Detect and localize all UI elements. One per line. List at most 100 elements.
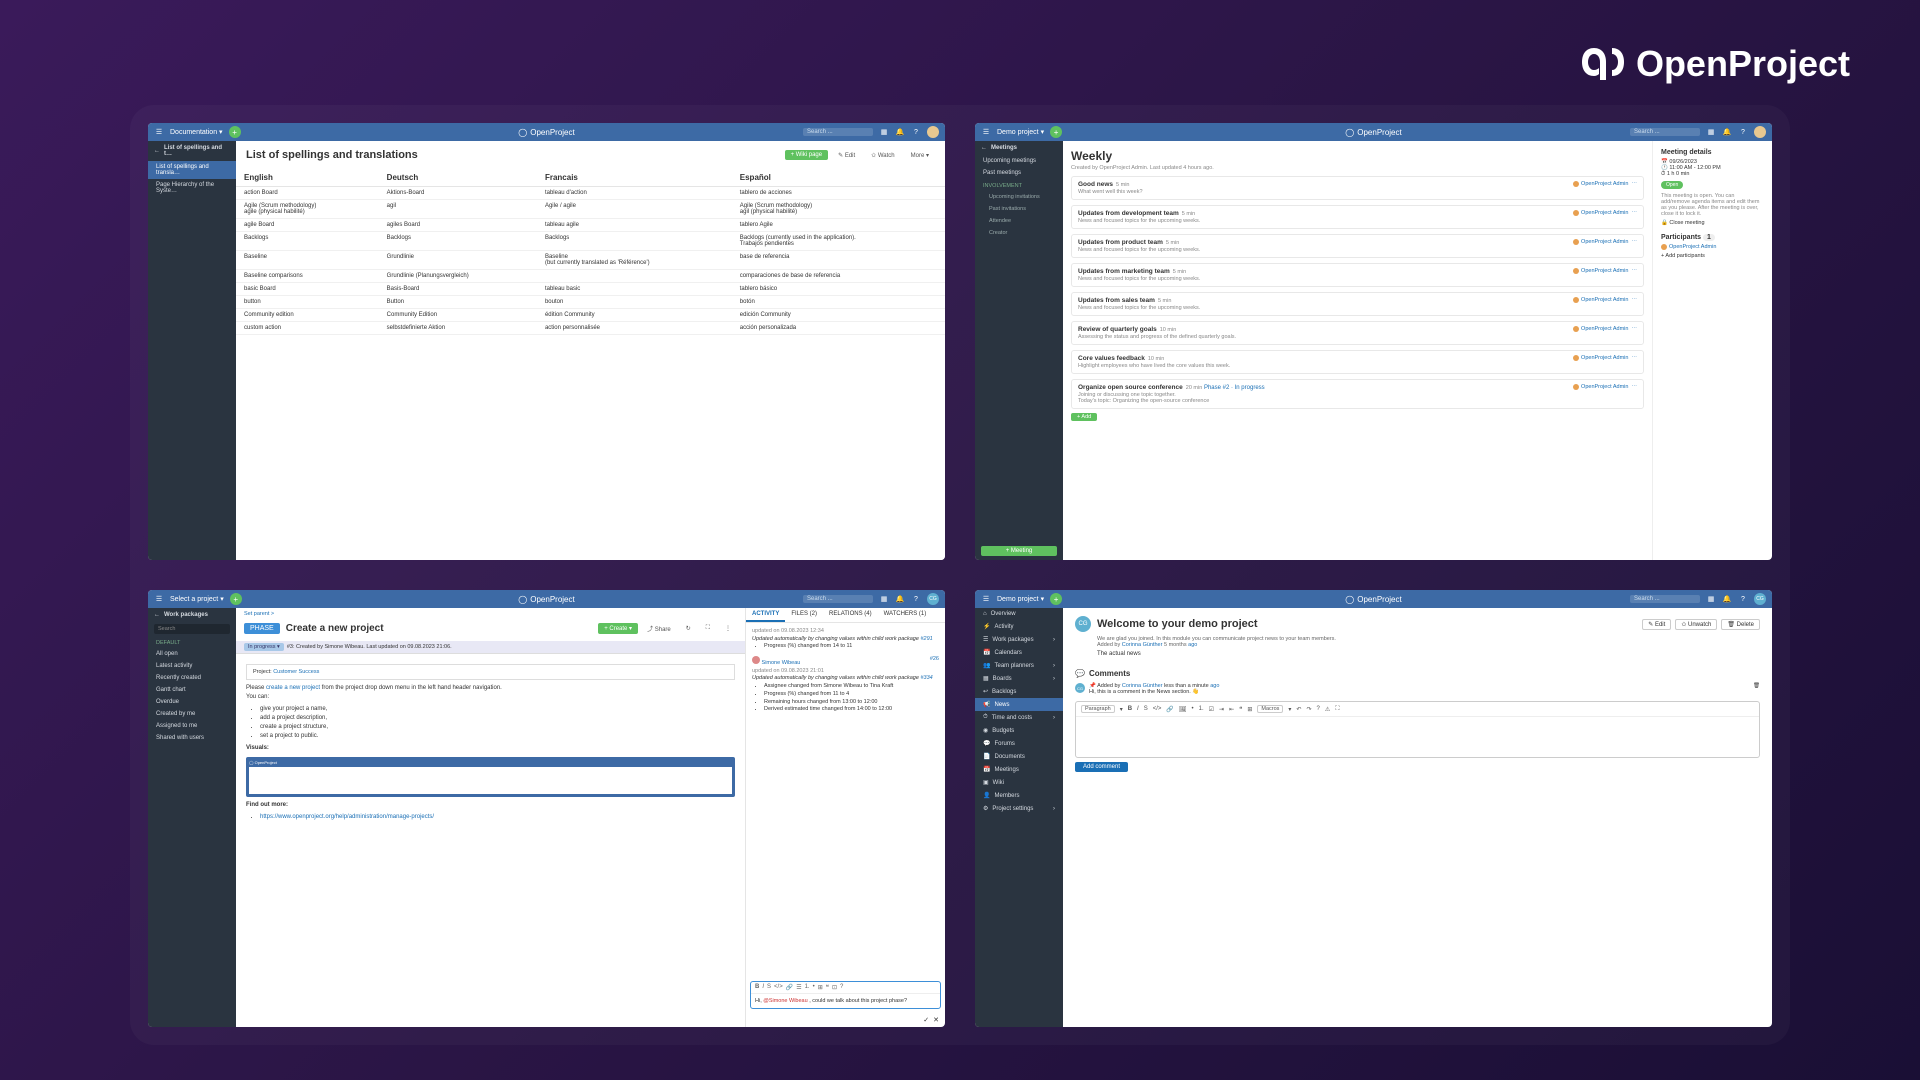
sidebar-item[interactable]: ⌂Overview [975, 608, 1063, 620]
bell-icon[interactable]: 🔔 [895, 128, 905, 136]
menu-icon[interactable]: ☰ [981, 595, 991, 603]
sidebar-item[interactable]: Assigned to me [148, 720, 236, 732]
sidebar-item[interactable]: ↩Backlogs [975, 685, 1063, 698]
search-input[interactable]: Search ... [1630, 128, 1700, 136]
sidebar-item[interactable]: Recently created [148, 672, 236, 684]
sidebar-item[interactable]: Past invitations [975, 203, 1063, 215]
grid-icon[interactable]: ▦ [879, 595, 889, 603]
sidebar-item[interactable]: Upcoming invitations [975, 191, 1063, 203]
project-selector[interactable]: Documentation ▾ [164, 128, 229, 136]
tab-files[interactable]: FILES (2) [785, 608, 823, 622]
breadcrumb[interactable]: Set parent > [236, 608, 745, 620]
agenda-item[interactable]: Good news5 minWhat went well this week?O… [1071, 176, 1644, 200]
edit-button[interactable]: ✎ Edit [832, 150, 861, 161]
sidebar-header[interactable]: ← List of spellings and t… [148, 141, 236, 161]
project-selector[interactable]: Demo project ▾ [991, 128, 1050, 136]
sidebar-item[interactable]: Attendee [975, 215, 1063, 227]
fullscreen-icon[interactable]: ⛶ [700, 623, 716, 634]
tab-activity[interactable]: ACTIVITY [746, 608, 785, 622]
editor-textarea[interactable] [1076, 717, 1759, 757]
agenda-item[interactable]: Updates from marketing team5 minNews and… [1071, 263, 1644, 287]
add-comment-button[interactable]: Add comment [1075, 762, 1128, 772]
sidebar-item[interactable]: Created by me [148, 708, 236, 720]
more-icon[interactable]: ⋮ [719, 623, 737, 634]
help-icon[interactable]: ? [1738, 596, 1748, 603]
sidebar-item[interactable]: Creator [975, 227, 1063, 239]
sidebar-item[interactable]: ◉Budgets [975, 724, 1063, 737]
edit-button[interactable]: ✎ Edit [1642, 619, 1671, 630]
add-button[interactable]: + [1050, 593, 1062, 605]
agenda-item[interactable]: Updates from development team5 minNews a… [1071, 205, 1644, 229]
search-input[interactable]: Search ... [1630, 595, 1700, 603]
unwatch-button[interactable]: ✩ Unwatch [1675, 619, 1717, 630]
sidebar-item[interactable]: Upcoming meetings [975, 155, 1063, 167]
grid-icon[interactable]: ▦ [1706, 128, 1716, 136]
help-icon[interactable]: ? [911, 129, 921, 136]
sidebar-item[interactable]: ⚙Project settings› [975, 802, 1063, 815]
delete-comment-icon[interactable]: 🗑 [1753, 683, 1760, 689]
comment-editor[interactable]: BIS</>🔗☰1.•⊞❝⊡? Hi, @Simone Wibeau , cou… [750, 981, 941, 1009]
watch-button[interactable]: ✩ Watch [865, 150, 900, 161]
agenda-item[interactable]: Review of quarterly goals10 minAssessing… [1071, 321, 1644, 345]
sidebar-item[interactable]: 📄Documents [975, 750, 1063, 763]
cancel-icon[interactable]: ✕ [933, 1016, 939, 1024]
agenda-item[interactable]: Updates from sales team5 minNews and foc… [1071, 292, 1644, 316]
sidebar-item[interactable]: 📅Meetings [975, 763, 1063, 776]
help-link[interactable]: https://www.openproject.org/help/adminis… [260, 814, 434, 820]
agenda-item[interactable]: Core values feedback10 minHighlight empl… [1071, 350, 1644, 374]
project-selector[interactable]: Demo project ▾ [991, 595, 1050, 603]
share-button[interactable]: ⤴ Share [641, 622, 677, 635]
refresh-icon[interactable]: ↻ [680, 623, 697, 634]
delete-button[interactable]: 🗑 Delete [1721, 619, 1760, 630]
avatar[interactable]: CG [927, 593, 939, 605]
add-agenda-button[interactable]: + Add [1071, 413, 1097, 421]
search-input[interactable]: Search ... [803, 595, 873, 603]
sidebar-item[interactable]: List of spellings and transla… [148, 161, 236, 179]
sidebar-item[interactable]: All open [148, 648, 236, 660]
search-input[interactable]: Search ... [803, 128, 873, 136]
help-icon[interactable]: ? [911, 596, 921, 603]
sidebar-item[interactable]: Latest activity [148, 660, 236, 672]
tab-relations[interactable]: RELATIONS (4) [823, 608, 878, 622]
sidebar-item[interactable]: ⚡Activity [975, 620, 1063, 633]
bell-icon[interactable]: 🔔 [895, 595, 905, 603]
add-participants[interactable]: + Add participants [1661, 253, 1764, 259]
agenda-item[interactable]: Updates from product team5 minNews and f… [1071, 234, 1644, 258]
close-meeting[interactable]: 🔒 Close meeting [1661, 220, 1764, 226]
status-badge[interactable]: In progress ▾ [244, 643, 284, 651]
sidebar-search[interactable]: Search [154, 624, 230, 634]
bell-icon[interactable]: 🔔 [1722, 128, 1732, 136]
sidebar-item[interactable]: ⏱Time and costs› [975, 711, 1063, 724]
confirm-icon[interactable]: ✓ [923, 1016, 929, 1024]
add-button[interactable]: + [229, 126, 241, 138]
avatar[interactable] [927, 126, 939, 138]
add-button[interactable]: + [1050, 126, 1062, 138]
sidebar-item[interactable]: Gantt chart [148, 684, 236, 696]
add-button[interactable]: + [230, 593, 242, 605]
sidebar-item[interactable]: 👥Team planners› [975, 659, 1063, 672]
grid-icon[interactable]: ▦ [879, 128, 889, 136]
avatar[interactable]: CG [1754, 593, 1766, 605]
comment-text[interactable]: Hi, @Simone Wibeau , could we talk about… [751, 994, 940, 1008]
sidebar-item[interactable]: ▣Wiki [975, 776, 1063, 789]
editor-toolbar[interactable]: BIS</>🔗☰1.•⊞❝⊡? [751, 982, 940, 994]
sidebar-item[interactable]: ☰Work packages› [975, 633, 1063, 646]
sidebar-item[interactable]: 💬Forums [975, 737, 1063, 750]
sidebar-item[interactable]: 📢News [975, 698, 1063, 711]
project-field[interactable]: Project: Customer Success [246, 664, 735, 680]
editor-toolbar[interactable]: Paragraph▾ BIS</>🔗🖼•1.☑⇥⇤❝⊞ Macros▾ ↶↷?⚠… [1076, 702, 1759, 717]
bell-icon[interactable]: 🔔 [1722, 595, 1732, 603]
sidebar-item[interactable]: Past meetings [975, 167, 1063, 179]
comment-editor[interactable]: Paragraph▾ BIS</>🔗🖼•1.☑⇥⇤❝⊞ Macros▾ ↶↷?⚠… [1075, 701, 1760, 758]
project-selector[interactable]: Select a project ▾ [164, 595, 230, 603]
sidebar-item[interactable]: 📅Calendars [975, 646, 1063, 659]
create-button[interactable]: + Create ▾ [598, 623, 638, 634]
help-icon[interactable]: ? [1738, 129, 1748, 136]
more-button[interactable]: More ▾ [905, 150, 935, 161]
new-meeting-button[interactable]: + Meeting [981, 546, 1057, 556]
sidebar-item[interactable]: Overdue [148, 696, 236, 708]
tab-watchers[interactable]: WATCHERS (1) [878, 608, 933, 622]
grid-icon[interactable]: ▦ [1706, 595, 1716, 603]
sidebar-item[interactable]: ▦Boards› [975, 672, 1063, 685]
avatar[interactable] [1754, 126, 1766, 138]
